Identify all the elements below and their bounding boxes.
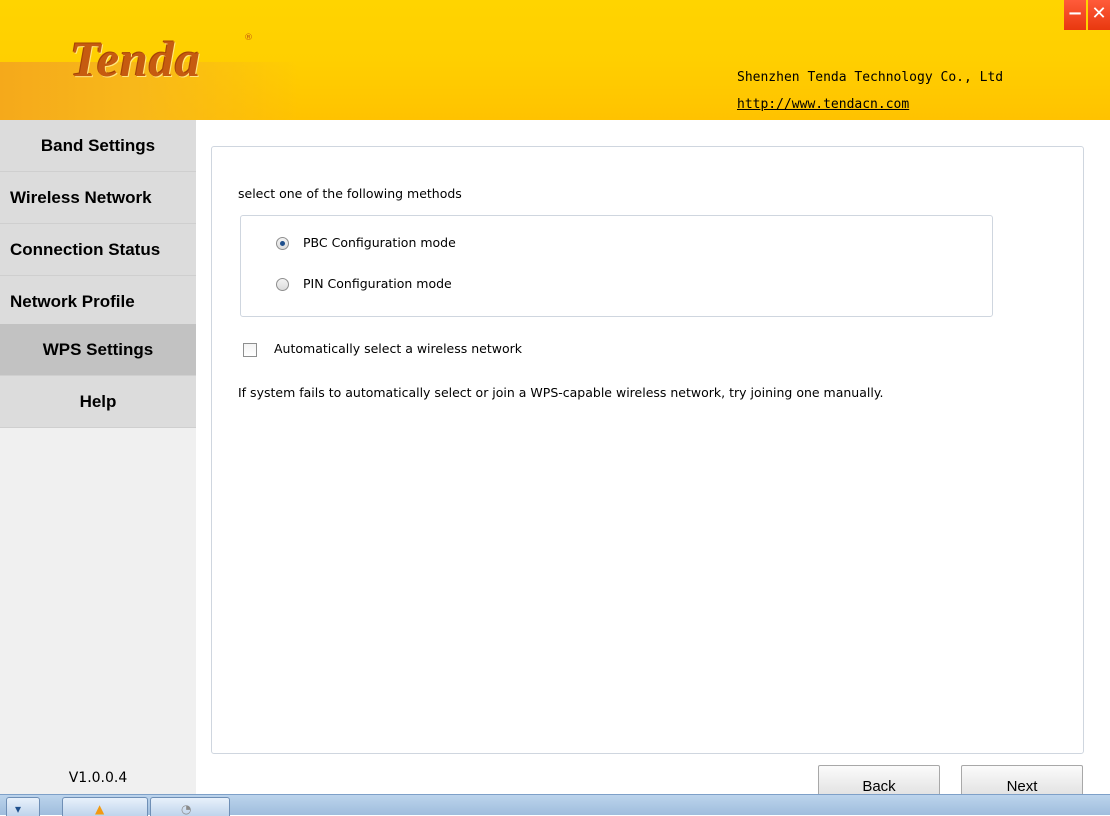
method-instruction: select one of the following methods (238, 186, 462, 201)
minimize-icon: − (1067, 3, 1083, 24)
sidebar: Band Settings Wireless Network Connectio… (0, 120, 196, 794)
sidebar-item-band-settings[interactable]: Band Settings (0, 120, 196, 172)
sidebar-item-wireless-network[interactable]: Wireless Network (0, 172, 196, 224)
taskbar-app-2[interactable]: ◔ (150, 797, 230, 816)
sidebar-empty-area (0, 428, 196, 794)
sidebar-item-network-profile[interactable]: Network Profile (0, 276, 196, 328)
company-url-link[interactable]: http://www.tendacn.com (737, 97, 909, 112)
close-icon: ✕ (1091, 3, 1107, 24)
taskbar-app-tenda[interactable]: ▲ (62, 797, 148, 816)
company-name: Shenzhen Tenda Technology Co., Ltd (737, 70, 1004, 85)
method-group-box (240, 215, 993, 317)
pin-mode-label[interactable]: PIN Configuration mode (303, 276, 452, 291)
minimize-button[interactable]: − (1064, 0, 1086, 30)
sidebar-item-help[interactable]: Help (0, 376, 196, 428)
os-taskbar: ▾ ▲ ◔ (0, 794, 1110, 816)
pin-mode-radio[interactable] (276, 278, 289, 291)
pbc-mode-radio[interactable] (276, 237, 289, 250)
sidebar-item-wps-settings[interactable]: WPS Settings (0, 324, 196, 376)
close-button[interactable]: ✕ (1088, 0, 1110, 30)
version-label: V1.0.0.4 (68, 770, 128, 786)
taskbar-button[interactable]: ▾ (6, 797, 40, 816)
tenda-logo: Tenda (70, 31, 201, 87)
wps-hint-text: If system fails to automatically select … (238, 385, 884, 400)
auto-select-checkbox[interactable] (243, 343, 257, 357)
pbc-mode-label[interactable]: PBC Configuration mode (303, 235, 456, 250)
sidebar-item-connection-status[interactable]: Connection Status (0, 224, 196, 276)
logo-registered-mark: ® (244, 33, 253, 43)
auto-select-label[interactable]: Automatically select a wireless network (274, 341, 522, 356)
header-bar: Tenda ® Shenzhen Tenda Technology Co., L… (0, 0, 1110, 120)
